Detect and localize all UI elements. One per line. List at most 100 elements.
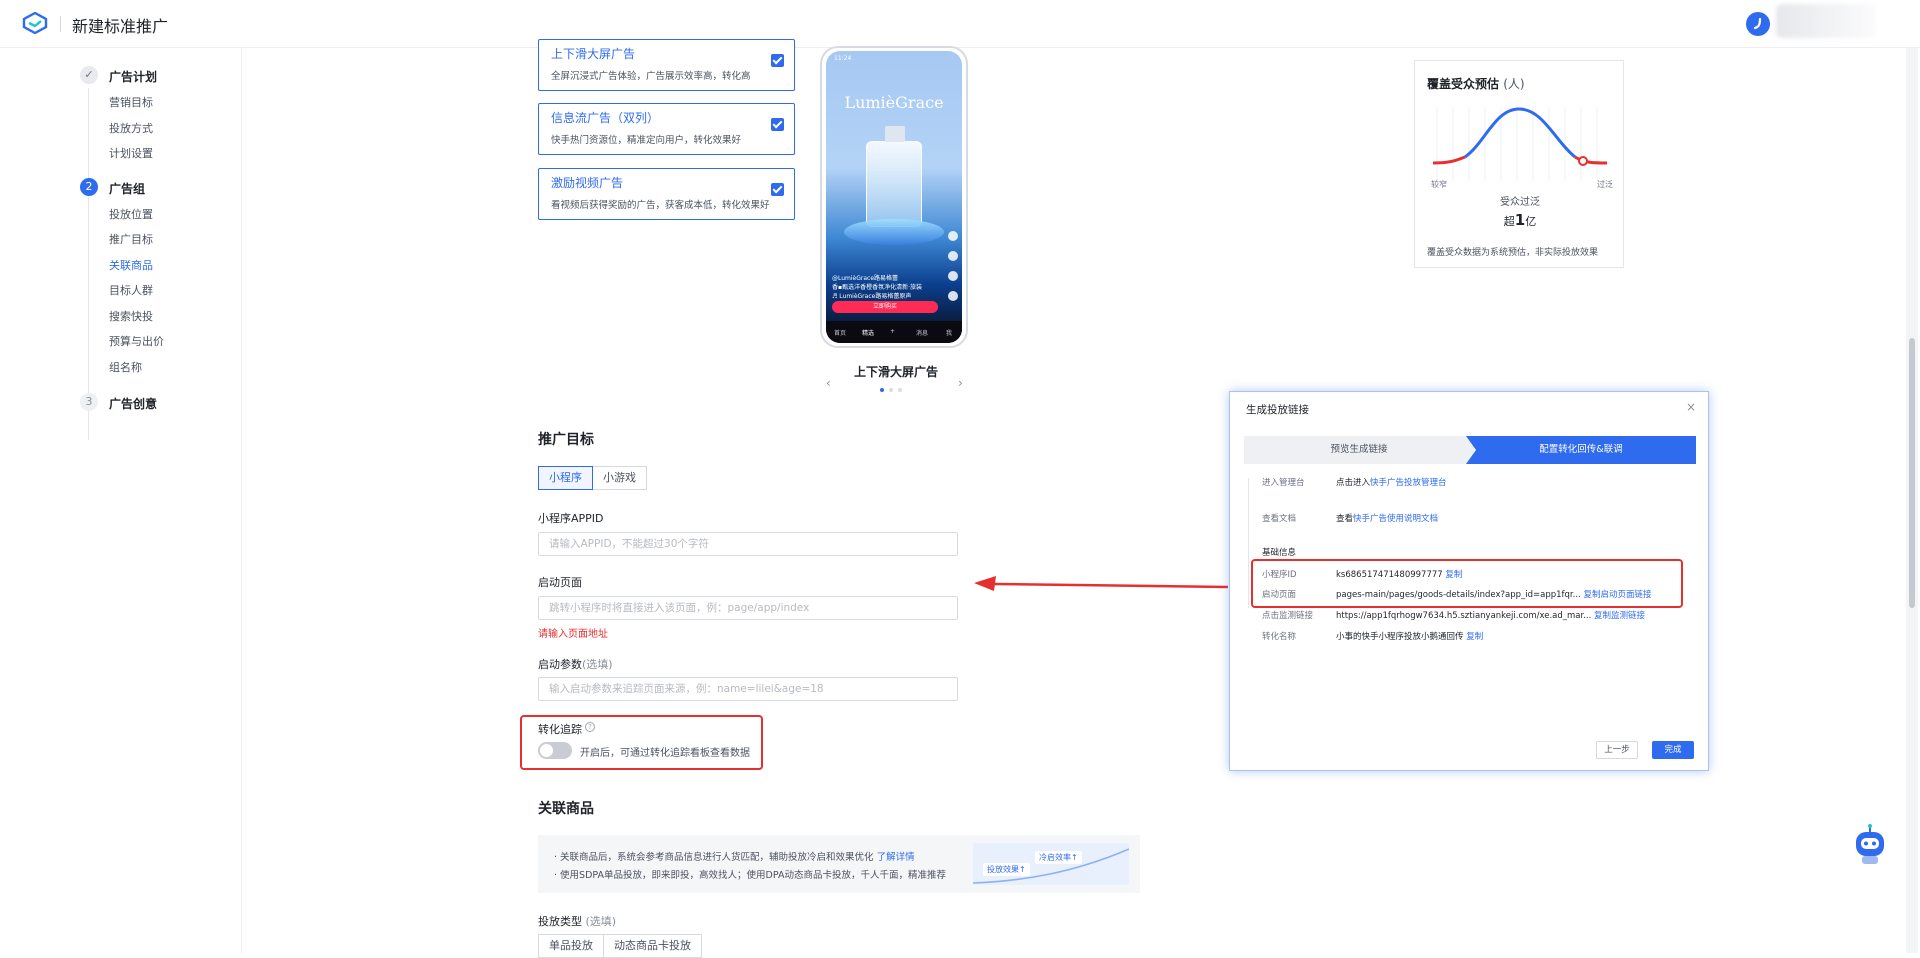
placement-checkbox[interactable] [771,54,784,67]
assistant-bot-icon[interactable] [1850,824,1890,868]
generate-link-modal: 生成投放链接 × 预览生成链接 配置转化回传&联调 进入管理台 点击进入快手广告… [1229,391,1709,771]
user-name-blurred[interactable] [1776,4,1876,38]
launch-params-input[interactable]: 输入启动参数来追踪页面来源，例：name=lilei&age=18 [538,677,958,701]
user-icon [1753,17,1762,30]
tab-mini-game[interactable]: 小游戏 [593,466,647,490]
carousel-dot[interactable] [880,388,884,392]
step-1-check-icon: ✓ [80,66,98,84]
sidebar-item-promotion-goal[interactable]: 推广目标 [109,231,153,247]
target-type-tabs: 小程序 小游戏 [538,466,647,490]
user-avatar[interactable] [1746,12,1770,36]
launch-params-label: 启动参数(选填) [538,656,613,672]
carousel-dot[interactable] [898,388,902,392]
nav-messages: 消息 [916,330,929,337]
modal-row-value: 点击进入快手广告投放管理台 [1336,476,1447,488]
appid-input[interactable]: 请输入APPID，不能超过30个字符 [538,532,958,556]
modal-step-configure[interactable]: 配置转化回传&联调 [1466,436,1696,464]
conversion-value: 小事的快手小程序投放小鹅通回传 [1336,632,1464,642]
step-2-index: 2 [80,178,98,196]
placement-card-rewarded[interactable]: 激励视频广告 看视频后获得奖励的广告，获客成本低，转化效果好 [538,168,795,220]
scroll-thumb[interactable] [1909,338,1915,608]
stage-image [844,219,944,245]
preview-line2: ♬ LumièGrace路易格蕾原声 [832,293,912,300]
step-ad-creative[interactable]: 广告创意 [109,395,157,412]
console-link[interactable]: 快手广告投放管理台 [1370,478,1447,488]
product-info-line1: · 关联商品后，系统会参考商品信息进行人货匹配，辅助投放冷启和效果优化 了解详情 [554,849,915,863]
placement-card-feed[interactable]: 信息流广告（双列） 快手热门资源位，精准定向用户，转化效果好 [538,103,795,155]
placement-card-fullscreen[interactable]: 上下滑大屏广告 全屏沉浸式广告体验，广告展示效率高，转化高 [538,39,795,91]
audience-title: 覆盖受众预估 (人) [1427,75,1525,92]
page-title: 新建标准推广 [72,17,169,36]
sidebar-item-search-boost[interactable]: 搜索快投 [109,308,153,324]
placement-checkbox[interactable] [771,183,784,196]
modal-row-key: 进入管理台 [1262,478,1305,488]
app-logo-icon[interactable] [22,12,48,34]
modal-steps: 预览生成链接 配置转化回传&联调 [1244,436,1696,464]
comment-icon [948,271,958,281]
placement-title: 上下滑大屏广告 [551,47,636,61]
carousel-dot[interactable] [889,388,893,392]
step-ad-plan[interactable]: 广告计划 [109,68,157,85]
sidebar-item-placement[interactable]: 投放位置 [109,206,153,222]
curve-optimal [1464,107,1576,159]
info-key-conversion: 转化名称 [1262,632,1297,642]
audience-note: 覆盖受众数据为系统预估，非实际投放效果 [1427,248,1599,258]
product-info-text: · 关联商品后，系统会参考商品信息进行人货匹配，辅助投放冷启和效果优化 [554,852,874,863]
creator-avatar-icon [948,231,958,241]
step-ad-group[interactable]: 广告组 [109,180,145,197]
placement-desc: 快手热门资源位，精准定向用户，转化效果好 [551,135,742,146]
docs-link[interactable]: 快手广告使用说明文档 [1353,514,1438,524]
narrow-label: 较窄 [1431,180,1447,189]
monitor-value: https://app1fqrhogw7634.h5.sztianyankeji… [1336,611,1592,621]
status-time: 11:24 [834,55,852,62]
nav-me: 我 [946,330,953,337]
sidebar-item-linked-products[interactable]: 关联商品 [109,257,153,273]
sidebar-item-target-audience[interactable]: 目标人群 [109,282,153,298]
sidebar-item-plan-settings[interactable]: 计划设置 [109,145,153,161]
audience-unit: (人) [1503,77,1525,91]
done-button[interactable]: 完成 [1652,741,1694,759]
launch-params-label-text: 启动参数 [538,658,582,671]
sidebar-item-marketing-goal[interactable]: 营销目标 [109,94,153,110]
carousel-prev-icon[interactable]: ‹ [826,376,831,390]
tab-mini-program[interactable]: 小程序 [538,466,593,490]
placement-desc: 看视频后获得奖励的广告，获客成本低，转化效果好 [551,200,770,211]
learn-more-link[interactable]: 了解详情 [877,852,915,863]
previous-step-button[interactable]: 上一步 [1596,741,1638,759]
copy-monitor-link[interactable]: 复制监测链接 [1594,611,1645,621]
page-scrollbar[interactable] [1906,48,1918,953]
placement-checkbox[interactable] [771,118,784,131]
curve-narrow [1432,155,1466,165]
tab-dynamic-product-card[interactable]: 动态商品卡投放 [604,934,702,958]
tab-single-product[interactable]: 单品投放 [538,934,604,958]
step-3-index: 3 [80,393,98,411]
perfume-bottle-image [866,126,922,227]
audience-title-text: 覆盖受众预估 [1427,77,1500,91]
modal-row-prefix: 点击进入 [1336,478,1371,488]
sidebar-item-budget-bid[interactable]: 预算与出价 [109,333,164,349]
header-divider [60,16,61,32]
carousel-dots [880,388,920,392]
nav-add-icon: + [890,328,896,335]
like-icon [948,251,958,261]
carousel-next-icon[interactable]: › [958,376,963,390]
nav-home: 首页 [834,330,847,337]
placement-title: 信息流广告（双列） [551,111,660,125]
basic-info-title: 基础信息 [1262,548,1297,558]
sidebar-item-group-name[interactable]: 组名称 [109,359,142,375]
annotation-arrow [974,576,1229,591]
ad-preview-phone: 11:24 LumièGrace @LumièGrace路易格蕾 香▪甄选洋香橙… [820,46,968,348]
nav-featured: 精选 [862,330,875,337]
audience-unit-big: 亿 [1525,215,1537,228]
audience-curve-chart [1432,107,1608,181]
preview-brand: LumièGrace [844,93,944,112]
appid-label: 小程序APPID [538,512,604,525]
audience-estimate-panel: 覆盖受众预估 (人) 较窄 过泛 受众过泛 超1亿 覆盖受众数据为系统预估，非实… [1414,60,1624,268]
launch-page-input[interactable]: 跳转小程序时将直接进入该页面，例：page/app/index [538,596,958,620]
sidebar-item-delivery-method[interactable]: 投放方式 [109,120,153,136]
close-icon[interactable]: × [1686,400,1696,414]
audience-prefix: 超 [1503,215,1515,228]
copy-conversion-link[interactable]: 复制 [1466,632,1483,642]
modal-step-preview[interactable]: 预览生成链接 [1244,436,1474,464]
modal-row-prefix: 查看 [1336,514,1354,524]
